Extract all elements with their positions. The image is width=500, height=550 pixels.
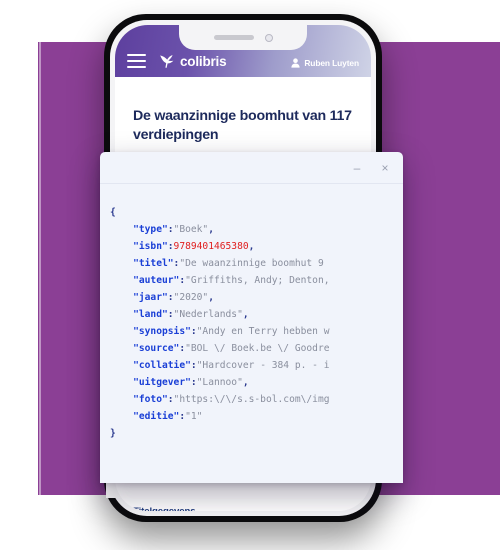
section-label-titelgegevens: Titelgegevens <box>133 506 196 511</box>
hummingbird-icon <box>160 55 174 68</box>
background-band-divider <box>39 42 41 495</box>
json-code-block: { "type":"Boek", "isbn":9789401465380, "… <box>110 207 330 439</box>
phone-camera-icon <box>264 33 273 42</box>
screenshot-root: colibris Ruben Luyten De waanzinnige boo… <box>0 0 500 550</box>
person-icon <box>291 58 300 68</box>
dialog-body: { "type":"Boek", "isbn":9789401465380, "… <box>100 184 403 442</box>
page-title: De waanzinnige boomhut van 117 verdiepin… <box>133 108 352 144</box>
close-icon[interactable]: × <box>378 161 392 175</box>
header-user-name: Ruben Luyten <box>304 58 359 68</box>
header-user[interactable]: Ruben Luyten <box>291 58 359 68</box>
phone-notch <box>179 25 307 50</box>
hamburger-menu-icon[interactable] <box>127 53 146 68</box>
minimize-icon[interactable]: – <box>350 161 364 175</box>
json-dialog-window: – × { "type":"Boek", "isbn":978940146538… <box>100 152 403 483</box>
brand-name: colibris <box>180 54 227 69</box>
brand-logo[interactable]: colibris <box>159 54 227 69</box>
dialog-titlebar[interactable]: – × <box>100 152 403 184</box>
phone-speaker <box>213 35 254 40</box>
